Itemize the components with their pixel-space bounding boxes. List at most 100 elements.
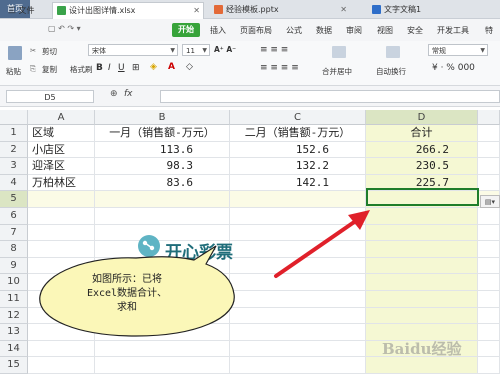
row-header-1[interactable]: 1 [0,125,28,142]
cell-e10[interactable] [478,274,500,291]
cell-c1[interactable]: 二月（销售额-万元） [230,125,366,142]
font-name-select[interactable]: 宋体 ▼ [88,44,178,56]
cell-a4[interactable]: 万柏林区 [28,174,95,192]
formula-input[interactable] [160,90,500,103]
cell-e15[interactable] [478,357,500,374]
menu-developer[interactable]: 开发工具 [437,24,469,38]
column-header-d[interactable]: D [366,110,478,125]
toolbar-quick-icons[interactable]: ▢ ↶ ↷ ▾ [48,24,81,33]
cell-d8[interactable] [366,241,478,258]
menu-data[interactable]: 数据 [316,24,332,38]
menu-file[interactable]: 三 文件 [8,4,35,18]
cell-a13[interactable] [28,324,95,341]
cell-b1[interactable]: 一月（销售额-万元） [95,125,230,142]
cell-e4[interactable] [478,174,500,192]
cell-a3[interactable]: 迎泽区 [28,158,95,175]
align-top-icon[interactable]: ≡ ≡ ≡ [260,45,288,55]
row-header-3[interactable]: 3 [0,158,28,175]
cell-e9[interactable] [478,257,500,275]
cell-c4[interactable]: 142.1 [230,174,366,192]
row-header-8[interactable]: 8 [0,241,28,258]
cell-c2[interactable]: 152.6 [230,141,366,159]
cell-c10[interactable] [230,274,366,291]
cell-c7[interactable] [230,224,366,242]
tab-spreadsheet[interactable]: 设计出图详情.xlsx ✕ [52,2,204,19]
cell-b4[interactable]: 83.6 [95,174,230,192]
column-header-c[interactable]: C [230,110,366,125]
cell-e2[interactable] [478,141,500,159]
menu-start[interactable]: 开始 [172,23,200,37]
cell-c5[interactable] [230,191,366,208]
menu-security[interactable]: 安全 [407,24,423,38]
menu-formulas[interactable]: 公式 [286,24,302,38]
cell-e13[interactable] [478,324,500,341]
fill-color-icon[interactable]: ◈ [150,62,157,72]
menu-review[interactable]: 审阅 [346,24,362,38]
cell-b15[interactable] [95,357,230,374]
name-box[interactable]: D5 [6,90,94,103]
row-header-15[interactable]: 15 [0,357,28,374]
row-header-2[interactable]: 2 [0,141,28,159]
cell-d10[interactable] [366,274,478,291]
cell-b6[interactable] [95,208,230,225]
selected-cell-d5[interactable] [366,188,479,206]
cell-b5[interactable] [95,191,230,208]
cell-e7[interactable] [478,224,500,242]
cell-e12[interactable] [478,307,500,325]
number-format-select[interactable]: 常规 ▼ [428,44,488,56]
paste-options-icon[interactable]: ▤▾ [480,195,500,208]
border-icon[interactable]: ⊞ [132,63,140,73]
cell-e3[interactable] [478,158,500,175]
font-color-icon[interactable]: A [168,62,175,72]
cell-d2[interactable]: 266.2 [366,141,478,159]
menu-insert[interactable]: 插入 [210,24,226,38]
italic-icon[interactable]: I [108,63,111,73]
menu-page-layout[interactable]: 页面布局 [240,24,272,38]
cell-e6[interactable] [478,208,500,225]
cell-d9[interactable] [366,257,478,275]
menu-view[interactable]: 视图 [377,24,393,38]
cell-a7[interactable] [28,224,95,242]
cell-b3[interactable]: 98.3 [95,158,230,175]
wrap-text-icon[interactable] [386,46,400,58]
merge-icon[interactable] [332,46,346,58]
currency-icon[interactable]: ¥ · % 000 [432,63,475,73]
row-header-14[interactable]: 14 [0,340,28,358]
cell-b2[interactable]: 113.6 [95,141,230,159]
cell-d1[interactable]: 合计 [366,125,478,142]
cut-button[interactable]: 剪切 [42,46,57,57]
cell-e14[interactable] [478,340,500,358]
cell-a14[interactable] [28,340,95,358]
row-header-4[interactable]: 4 [0,174,28,192]
cell-c12[interactable] [230,307,366,325]
row-header-12[interactable]: 12 [0,307,28,325]
cell-a15[interactable] [28,357,95,374]
cell-a6[interactable] [28,208,95,225]
column-header-e[interactable] [478,110,500,125]
paste-label[interactable]: 粘贴 [6,66,21,77]
copy-button[interactable]: 复制 [42,64,57,75]
cell-c11[interactable] [230,291,366,308]
menu-special[interactable]: 特 [485,24,493,38]
cell-d15[interactable] [366,357,478,374]
cell-d3[interactable]: 230.5 [366,158,478,175]
column-header-a[interactable]: A [28,110,95,125]
cell-c9[interactable] [230,257,366,275]
cell-e1[interactable] [478,125,500,142]
zoom-icon[interactable]: ⊕ [110,89,118,99]
cell-c3[interactable]: 132.2 [230,158,366,175]
cell-a8[interactable] [28,241,95,258]
underline-icon[interactable]: U [118,63,125,73]
tab-presentation[interactable]: 经验模板.pptx ✕ [210,2,350,18]
row-header-7[interactable]: 7 [0,224,28,242]
cell-a9[interactable] [28,257,95,275]
cell-d11[interactable] [366,291,478,308]
merge-center-button[interactable]: 合并居中 [322,66,352,77]
cell-c14[interactable] [230,340,366,358]
bold-icon[interactable]: B [96,63,103,73]
fx-icon[interactable]: fx [124,89,133,99]
clear-format-icon[interactable]: ◇ [186,62,193,72]
row-header-13[interactable]: 13 [0,324,28,341]
row-header-9[interactable]: 9 [0,257,28,275]
paste-icon[interactable] [8,46,22,60]
